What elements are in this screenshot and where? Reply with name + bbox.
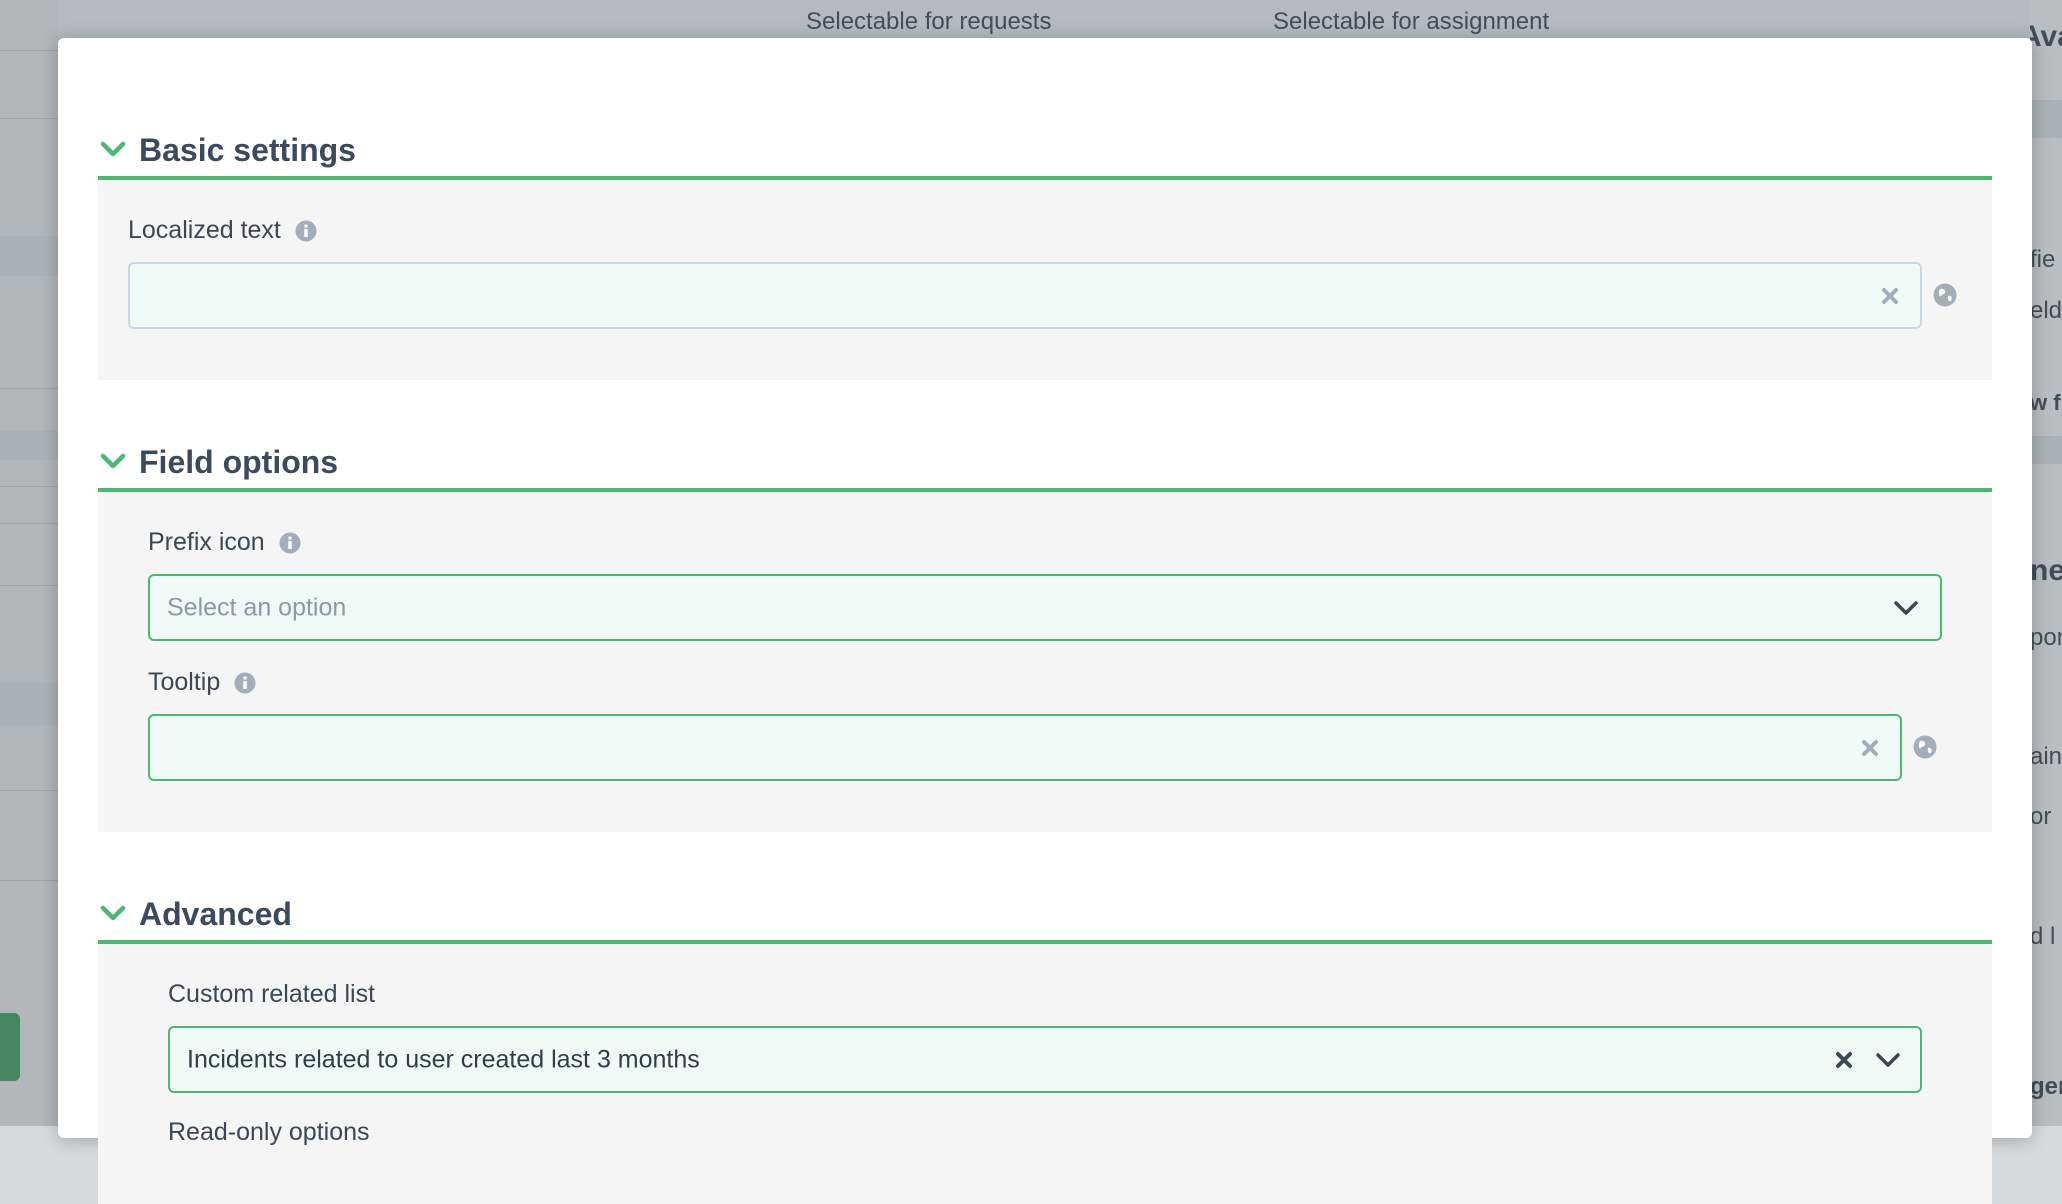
field-settings-modal: Basic settings Localized text Field opti…	[58, 38, 2032, 1204]
chevron-down-icon	[100, 905, 126, 921]
globe-icon[interactable]	[1913, 735, 1937, 759]
select-placeholder: Select an option	[167, 593, 347, 621]
section-body: Localized text	[98, 180, 1992, 380]
section-header-advanced[interactable]: Advanced	[98, 878, 1992, 944]
info-icon[interactable]	[279, 532, 301, 554]
prefix-icon-label: Prefix icon	[148, 528, 265, 556]
field-label: Custom related list	[168, 980, 375, 1009]
section-basic-settings: Basic settings Localized text	[98, 114, 1992, 380]
section-header-basic-settings[interactable]: Basic settings	[98, 114, 1992, 180]
read-only-options-label: Read-only options	[168, 1118, 370, 1146]
section-header-field-options[interactable]: Field options	[98, 426, 1992, 492]
chevron-down-icon	[100, 453, 126, 469]
tooltip-input[interactable]	[148, 714, 1902, 781]
info-icon[interactable]	[295, 220, 317, 242]
prefix-icon-select[interactable]: Select an option	[148, 574, 1942, 641]
section-field-options: Field options Prefix icon Select an opti…	[98, 426, 1992, 832]
globe-icon[interactable]	[1933, 283, 1957, 307]
chevron-down-icon[interactable]	[1874, 1050, 1902, 1070]
section-advanced: Advanced Custom related list Incidents r…	[98, 878, 1992, 1204]
field-label: Tooltip	[148, 668, 256, 697]
custom-related-list-label: Custom related list	[168, 980, 376, 1008]
chevron-down-icon[interactable]	[1892, 598, 1920, 618]
section-title: Field options	[139, 444, 339, 480]
clear-icon[interactable]	[1880, 286, 1900, 306]
field-label: Localized text	[128, 216, 317, 245]
chevron-down-icon	[100, 141, 126, 157]
localized-text-label: Localized text	[128, 216, 281, 244]
custom-related-list-select[interactable]: Incidents related to user created last 3…	[168, 1026, 1922, 1093]
clear-icon[interactable]	[1860, 738, 1880, 758]
section-body: Prefix icon Select an option Tooltip	[98, 492, 1992, 832]
info-icon[interactable]	[234, 672, 256, 694]
localized-text-input[interactable]	[128, 262, 1922, 329]
section-title: Basic settings	[139, 132, 356, 168]
section-body: Custom related list Incidents related to…	[98, 944, 1992, 1204]
section-title: Advanced	[139, 896, 292, 932]
tooltip-label: Tooltip	[148, 668, 221, 696]
selected-value: Incidents related to user created last 3…	[187, 1045, 700, 1073]
field-label: Prefix icon	[148, 528, 301, 557]
clear-icon[interactable]	[1834, 1050, 1854, 1070]
field-label: Read-only options	[168, 1118, 370, 1147]
